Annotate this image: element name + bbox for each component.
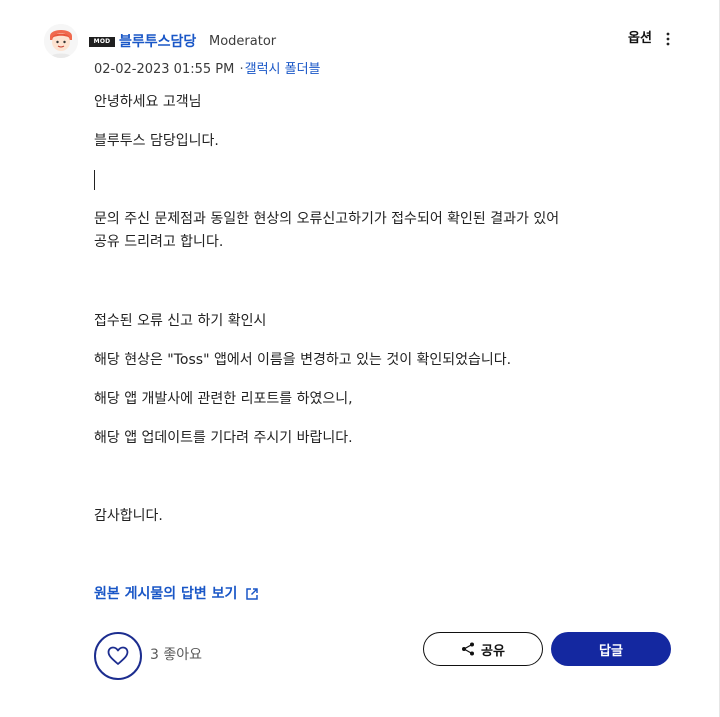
- post-date: 02-02-2023 01:55 PM: [94, 62, 235, 77]
- options-menu-button[interactable]: 옵션: [628, 29, 670, 49]
- body-line: 해당 앱 업데이트를 기다려 주시기 바랍니다.: [94, 430, 353, 446]
- body-line: 감사합니다.: [94, 508, 163, 524]
- body-line: 문의 주신 문제점과 동일한 현상의 오류신고하기가 접수되어 확인된 결과가 …: [94, 211, 560, 227]
- avatar[interactable]: [44, 24, 78, 58]
- body-line: 안녕하세요 고객님: [94, 94, 202, 110]
- author-role: Moderator: [209, 34, 277, 49]
- avatar-image: [44, 24, 78, 58]
- heart-icon: [107, 646, 129, 665]
- view-original-label: 원본 게시물의 답변 보기: [94, 586, 238, 602]
- body-line: 접수된 오류 신고 하기 확인시: [94, 313, 267, 329]
- options-label: 옵션: [628, 31, 652, 46]
- share-icon: [462, 642, 475, 656]
- kebab-menu-icon: [666, 32, 670, 46]
- reply-label: 답글: [599, 643, 623, 659]
- external-link-icon: [246, 588, 259, 600]
- moderator-badge: MOD: [89, 37, 115, 47]
- body-line: 해당 앱 개발사에 관련한 리포트를 하였으니,: [94, 391, 353, 407]
- post-page: MOD 블루투스담당 Moderator 옵션 02-02-2023 01:55…: [0, 0, 720, 717]
- share-button[interactable]: 공유: [423, 632, 543, 666]
- author-name-link[interactable]: 블루투스담당: [119, 32, 196, 52]
- post-meta: 02-02-2023 01:55 PM ·갤럭시 폴더블: [94, 60, 321, 80]
- board-link[interactable]: 갤럭시 폴더블: [245, 62, 321, 77]
- reply-button[interactable]: 답글: [551, 632, 671, 666]
- share-label: 공유: [481, 643, 505, 659]
- body-line: 블루투스 담당입니다.: [94, 133, 219, 149]
- like-count: 3 좋아요: [150, 647, 202, 663]
- view-original-link[interactable]: 원본 게시물의 답변 보기: [94, 582, 259, 606]
- meta-separator: ·: [239, 62, 244, 77]
- text-cursor: [94, 170, 95, 190]
- like-button[interactable]: [94, 632, 142, 680]
- body-line: 공유 드리려고 합니다.: [94, 234, 224, 250]
- body-line: 해당 현상은 "Toss" 앱에서 이름을 변경하고 있는 것이 확인되었습니다…: [94, 352, 512, 368]
